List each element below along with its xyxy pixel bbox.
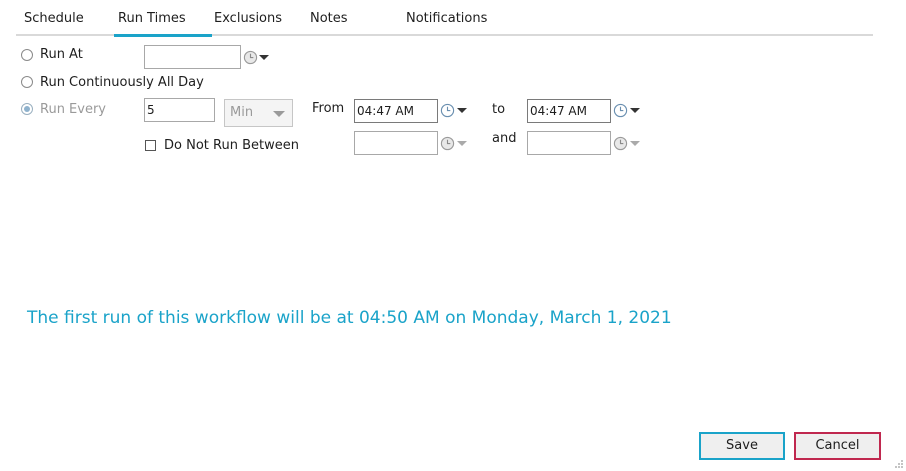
from-time-input[interactable] <box>354 99 438 123</box>
run-at-time-input[interactable] <box>144 45 241 69</box>
to-label: to <box>492 102 506 117</box>
clock-icon[interactable] <box>613 136 628 151</box>
interval-input[interactable] <box>144 98 215 122</box>
first-run-message: The first run of this workflow will be a… <box>27 308 672 328</box>
chevron-down-icon[interactable] <box>457 141 467 146</box>
run-continuously-radio[interactable] <box>21 76 33 88</box>
interval-unit-select[interactable]: Min <box>224 99 293 127</box>
run-at-label: Run At <box>40 47 83 62</box>
tab-notifications[interactable]: Notifications <box>406 11 487 26</box>
and-label: and <box>492 131 517 146</box>
tab-notes[interactable]: Notes <box>310 11 348 26</box>
do-not-run-end-input[interactable] <box>527 131 611 155</box>
active-tab-indicator <box>114 34 212 37</box>
run-at-radio[interactable] <box>21 49 33 61</box>
chevron-down-icon[interactable] <box>630 108 640 113</box>
chevron-down-icon <box>273 111 285 117</box>
chevron-down-icon[interactable] <box>457 108 467 113</box>
interval-unit-value: Min <box>230 105 254 120</box>
chevron-down-icon[interactable] <box>259 55 269 60</box>
tab-exclusions[interactable]: Exclusions <box>214 11 282 26</box>
cancel-button[interactable]: Cancel <box>794 432 881 460</box>
do-not-run-label: Do Not Run Between <box>164 138 299 153</box>
clock-icon[interactable] <box>440 136 455 151</box>
run-continuously-label: Run Continuously All Day <box>40 75 204 90</box>
clock-icon[interactable] <box>243 50 258 65</box>
resize-grip-icon[interactable] <box>894 459 904 469</box>
tab-schedule[interactable]: Schedule <box>24 11 84 26</box>
do-not-run-checkbox[interactable] <box>145 140 156 151</box>
run-every-label: Run Every <box>40 102 107 117</box>
chevron-down-icon[interactable] <box>630 141 640 146</box>
run-every-radio[interactable] <box>21 103 33 115</box>
tab-run-times[interactable]: Run Times <box>118 11 186 26</box>
save-button[interactable]: Save <box>699 432 785 460</box>
do-not-run-start-input[interactable] <box>354 131 438 155</box>
clock-icon[interactable] <box>613 103 628 118</box>
clock-icon[interactable] <box>440 103 455 118</box>
to-time-input[interactable] <box>527 99 611 123</box>
from-label: From <box>312 101 345 116</box>
